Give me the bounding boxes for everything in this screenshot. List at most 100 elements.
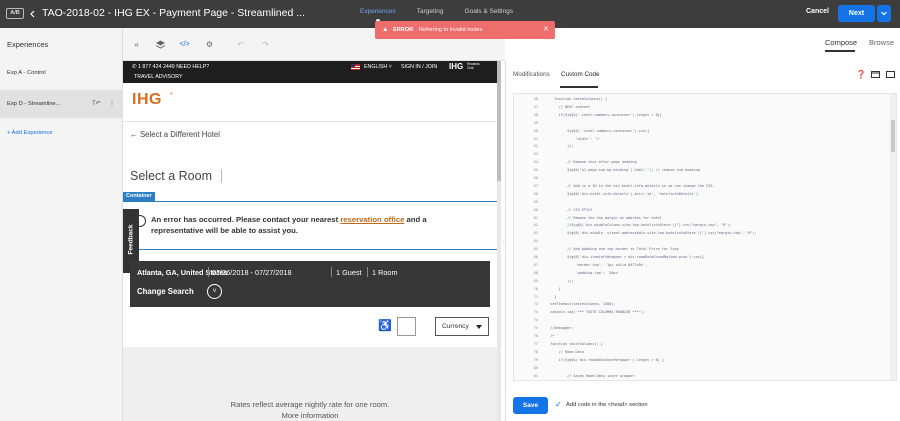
change-search-button[interactable]: Change Search (137, 287, 194, 296)
gear-icon[interactable]: ⚙ (204, 39, 215, 50)
line-number: 59 (533, 199, 538, 204)
code-line[interactable]: 48 if($jq$$('.intel-numbers-container').… (514, 111, 886, 119)
experiences-heading: Experiences (7, 40, 49, 49)
travel-advisory-link[interactable]: TRAVEL ADVISORY (134, 74, 182, 80)
wheelchair-icon: ♿ (378, 320, 392, 332)
code-line[interactable]: 64 (514, 237, 886, 245)
code-line[interactable]: 63 $jq$$('div.middle .street-address#div… (514, 229, 886, 237)
code-line[interactable]: 74 (514, 316, 886, 324)
code-line[interactable]: 82 $jq$$('div.roomDataInnerWrapper, div.… (514, 379, 886, 380)
code-text: $jq$$('h1.page-sub-bg-binding').html('')… (546, 168, 700, 173)
code-line[interactable]: 65 // Add padding and top border to Tota… (514, 245, 886, 253)
language-label: ENGLISH (364, 64, 388, 70)
next-button[interactable]: Next (838, 5, 875, 22)
reservation-office-link[interactable]: reservation office (340, 215, 404, 224)
tab-browse[interactable]: Browse (869, 38, 894, 47)
code-line[interactable]: 58 $jq$$('div.hotel-info-details').attr(… (514, 190, 886, 198)
code-line[interactable]: 76 /* (514, 332, 886, 340)
code-line[interactable]: 54 // Remove text after page heading (514, 158, 886, 166)
code-line[interactable]: 51 'width': '1' (514, 135, 886, 143)
activity-title[interactable]: TAO-2018-02 - IHG EX - Payment Page - St… (42, 7, 305, 19)
error-message-part: An error has occurred. Please contact yo… (151, 215, 341, 224)
chevron-down-icon[interactable]: ˅ (207, 284, 222, 299)
tab-compose[interactable]: Compose (825, 38, 857, 47)
preview-scroll-thumb[interactable] (497, 61, 501, 181)
experience-item-d[interactable]: Exp D - Streamline... T↶ ⋮ (0, 90, 123, 118)
code-line[interactable]: 56 (514, 174, 886, 182)
line-number: 49 (533, 120, 538, 125)
code-line[interactable]: 72 setTimeout(tasteColumns, 1500); (514, 300, 886, 308)
code-text: 'width': '1' (546, 136, 601, 141)
code-line[interactable]: 59 (514, 198, 886, 206)
currency-label: Currency (442, 323, 469, 330)
code-line[interactable]: 61 // Remove the top margin on address f… (514, 214, 886, 222)
tab-modifications[interactable]: Modifications (513, 71, 550, 78)
signin-join-link[interactable]: SIGN IN / JOIN (401, 64, 437, 70)
tab-custom-code[interactable]: Custom Code (561, 71, 600, 78)
code-line[interactable]: 67 'border-top': '1px solid #472d9c', (514, 261, 886, 269)
collapse-panel-icon[interactable]: « (131, 39, 142, 50)
experience-label: Exp A - Control (7, 70, 46, 76)
code-line[interactable]: 68 'padding-top': '10px' (514, 269, 886, 277)
code-text: //$jq$$('div.middleColumn.site-top-hotel… (546, 223, 732, 228)
code-line[interactable]: 55 $jq$$('h1.page-sub-bg-binding').html(… (514, 166, 886, 174)
code-line[interactable]: 60 // CSS STYLE (514, 206, 886, 214)
code-editor-icon[interactable]: </> (179, 39, 190, 50)
chevron-left-icon[interactable] (28, 9, 38, 19)
ihg-logo[interactable]: IHG (132, 91, 162, 109)
us-flag-icon (351, 64, 360, 70)
code-line[interactable]: 81 // Saves Room Data inner wrapper (514, 372, 886, 380)
code-line[interactable]: 69 }); (514, 277, 886, 285)
currency-select[interactable]: Currency (435, 317, 489, 336)
layers-icon[interactable] (155, 39, 166, 50)
code-line[interactable]: 52 }); (514, 142, 886, 150)
next-dropdown-button[interactable] (877, 5, 891, 22)
more-options-icon[interactable]: ⋮ (109, 101, 115, 107)
code-line[interactable]: 70 } (514, 285, 886, 293)
accessible-rooms-checkbox[interactable] (397, 317, 416, 336)
language-selector[interactable]: ENGLISH ˅ (364, 64, 392, 70)
text-cursor (221, 169, 222, 183)
code-editor[interactable]: 46 function tasteColumns() {47 // DESC c… (513, 93, 897, 381)
code-line[interactable]: 80 (514, 364, 886, 372)
save-button[interactable]: Save (513, 397, 548, 414)
add-experience-button[interactable]: + Add Experience (7, 130, 53, 136)
code-line[interactable]: 66 $jq$$('div.itemLeftWrapper > div.room… (514, 253, 886, 261)
code-line[interactable]: 57 // Add in a ID to the div.hotel-info-… (514, 182, 886, 190)
select-different-hotel-link[interactable]: ← Select a Different Hotel (130, 130, 220, 139)
code-line[interactable]: 78 // Room Data (514, 348, 886, 356)
code-text: /* (546, 334, 555, 338)
code-line[interactable]: 73 console.log('*** TASTE COLUMNS ENABLE… (514, 308, 886, 316)
redo-icon[interactable]: ↷ (260, 39, 271, 50)
code-line[interactable]: 75 //debugger; (514, 324, 886, 332)
line-number: 56 (533, 176, 538, 180)
cancel-button[interactable]: Cancel (806, 8, 829, 15)
code-line[interactable]: 50 $jq$$('.intel-numbers-container').css… (514, 127, 886, 135)
code-line[interactable]: 62 //$jq$$('div.middleColumn.site-top-ho… (514, 221, 886, 229)
code-text: // Remove the top margin on address for … (546, 215, 662, 220)
code-line[interactable]: 77 function tasteColumns() { (514, 340, 886, 348)
code-line[interactable]: 47 // DESC content (514, 103, 886, 111)
code-text: // Room Data (546, 349, 584, 354)
line-number: 82 (514, 379, 538, 380)
code-line[interactable]: 53 (514, 150, 886, 158)
panel-resize-handle[interactable]: ⋮ (501, 240, 506, 250)
line-number: 67 (533, 262, 538, 267)
code-line[interactable]: 46 function tasteColumns() { (514, 95, 886, 103)
code-text: $jq$$('div.itemLeftWrapper > div.roomRat… (546, 255, 705, 259)
expand-icon[interactable] (886, 71, 895, 78)
line-number: 51 (533, 136, 538, 141)
window-icon[interactable] (871, 71, 880, 78)
rates-more-info[interactable]: More information (123, 411, 497, 420)
head-section-checkbox[interactable]: ✓ (555, 401, 563, 409)
code-scroll-thumb[interactable] (891, 120, 895, 152)
line-number: 72 (533, 302, 538, 307)
code-line[interactable]: 79 if($jq$$('div.roomDataInnerWrapper').… (514, 356, 886, 364)
code-line[interactable]: 49 (514, 119, 886, 127)
code-line[interactable]: 71 } (514, 293, 886, 301)
undo-icon[interactable]: ↶ (235, 39, 246, 50)
rename-icon[interactable]: T↶ (92, 101, 101, 107)
close-icon[interactable]: ✕ (543, 21, 549, 39)
experience-item-a[interactable]: Exp A - Control (0, 59, 123, 87)
help-icon[interactable]: ❓ (856, 70, 866, 79)
